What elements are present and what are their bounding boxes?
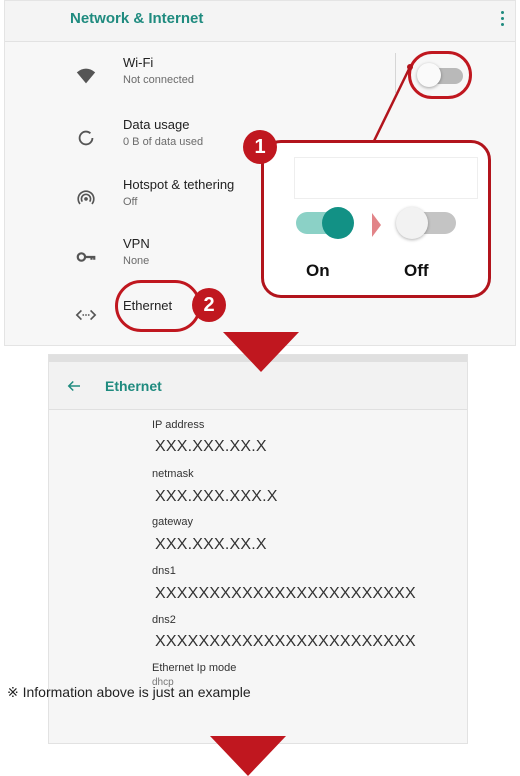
step-1-badge: 1	[243, 130, 277, 164]
hotspot-icon	[77, 190, 95, 205]
toggle-off-example	[396, 207, 456, 239]
ethernet-icon	[75, 309, 97, 321]
toggle-thumb	[322, 207, 354, 239]
network-internet-panel: Network & Internet Wi-Fi Not connected D…	[4, 0, 516, 346]
example-note: ※ Information above is just an example	[7, 684, 251, 700]
netmask-label: netmask	[152, 468, 194, 480]
hotspot-subtitle: Off	[123, 196, 138, 208]
app-bar: Network & Internet	[5, 1, 515, 42]
page-title: Network & Internet	[70, 10, 204, 27]
vpn-title: VPN	[123, 236, 150, 251]
gateway-value: XXX.XXX.XX.X	[155, 536, 267, 553]
ip-address-value: XXX.XXX.XX.X	[155, 438, 267, 455]
dns1-value: XXXXXXXXXXXXXXXXXXXXXXXX	[155, 585, 416, 602]
data-usage-icon	[78, 130, 94, 146]
down-arrow-icon	[223, 332, 299, 372]
dns1-label: dns1	[152, 565, 176, 577]
callout-blank-area	[294, 157, 478, 199]
page-title: Ethernet	[105, 378, 162, 394]
toggle-thumb	[396, 207, 428, 239]
back-arrow-icon[interactable]	[65, 377, 83, 395]
toggle-on-example	[296, 207, 356, 239]
toggle-explanation-callout: On Off	[261, 140, 491, 298]
arrow-right-icon	[372, 213, 381, 237]
on-label: On	[306, 261, 330, 280]
off-label: Off	[404, 261, 429, 280]
step-2-badge: 2	[192, 288, 226, 322]
divider	[395, 53, 396, 93]
vpn-key-icon	[76, 252, 96, 262]
wifi-icon	[76, 68, 96, 84]
gateway-label: gateway	[152, 516, 193, 528]
data-usage-title: Data usage	[123, 117, 190, 132]
down-arrow-icon	[210, 736, 286, 776]
highlight-ring-ethernet	[115, 280, 201, 332]
vpn-subtitle: None	[123, 255, 150, 267]
ip-mode-label: Ethernet Ip mode	[152, 662, 237, 674]
dns2-label: dns2	[152, 614, 176, 626]
dns2-value: XXXXXXXXXXXXXXXXXXXXXXXX	[155, 633, 416, 650]
more-vert-icon[interactable]	[501, 11, 505, 27]
hotspot-title: Hotspot & tethering	[123, 177, 235, 192]
highlight-ring-wifi-toggle	[408, 51, 472, 99]
wifi-subtitle: Not connected	[123, 74, 194, 86]
wifi-title: Wi-Fi	[123, 55, 154, 70]
data-usage-subtitle: 0 B of data used	[123, 136, 204, 148]
netmask-value: XXX.XXX.XXX.X	[155, 488, 278, 505]
ip-address-label: IP address	[152, 419, 205, 431]
